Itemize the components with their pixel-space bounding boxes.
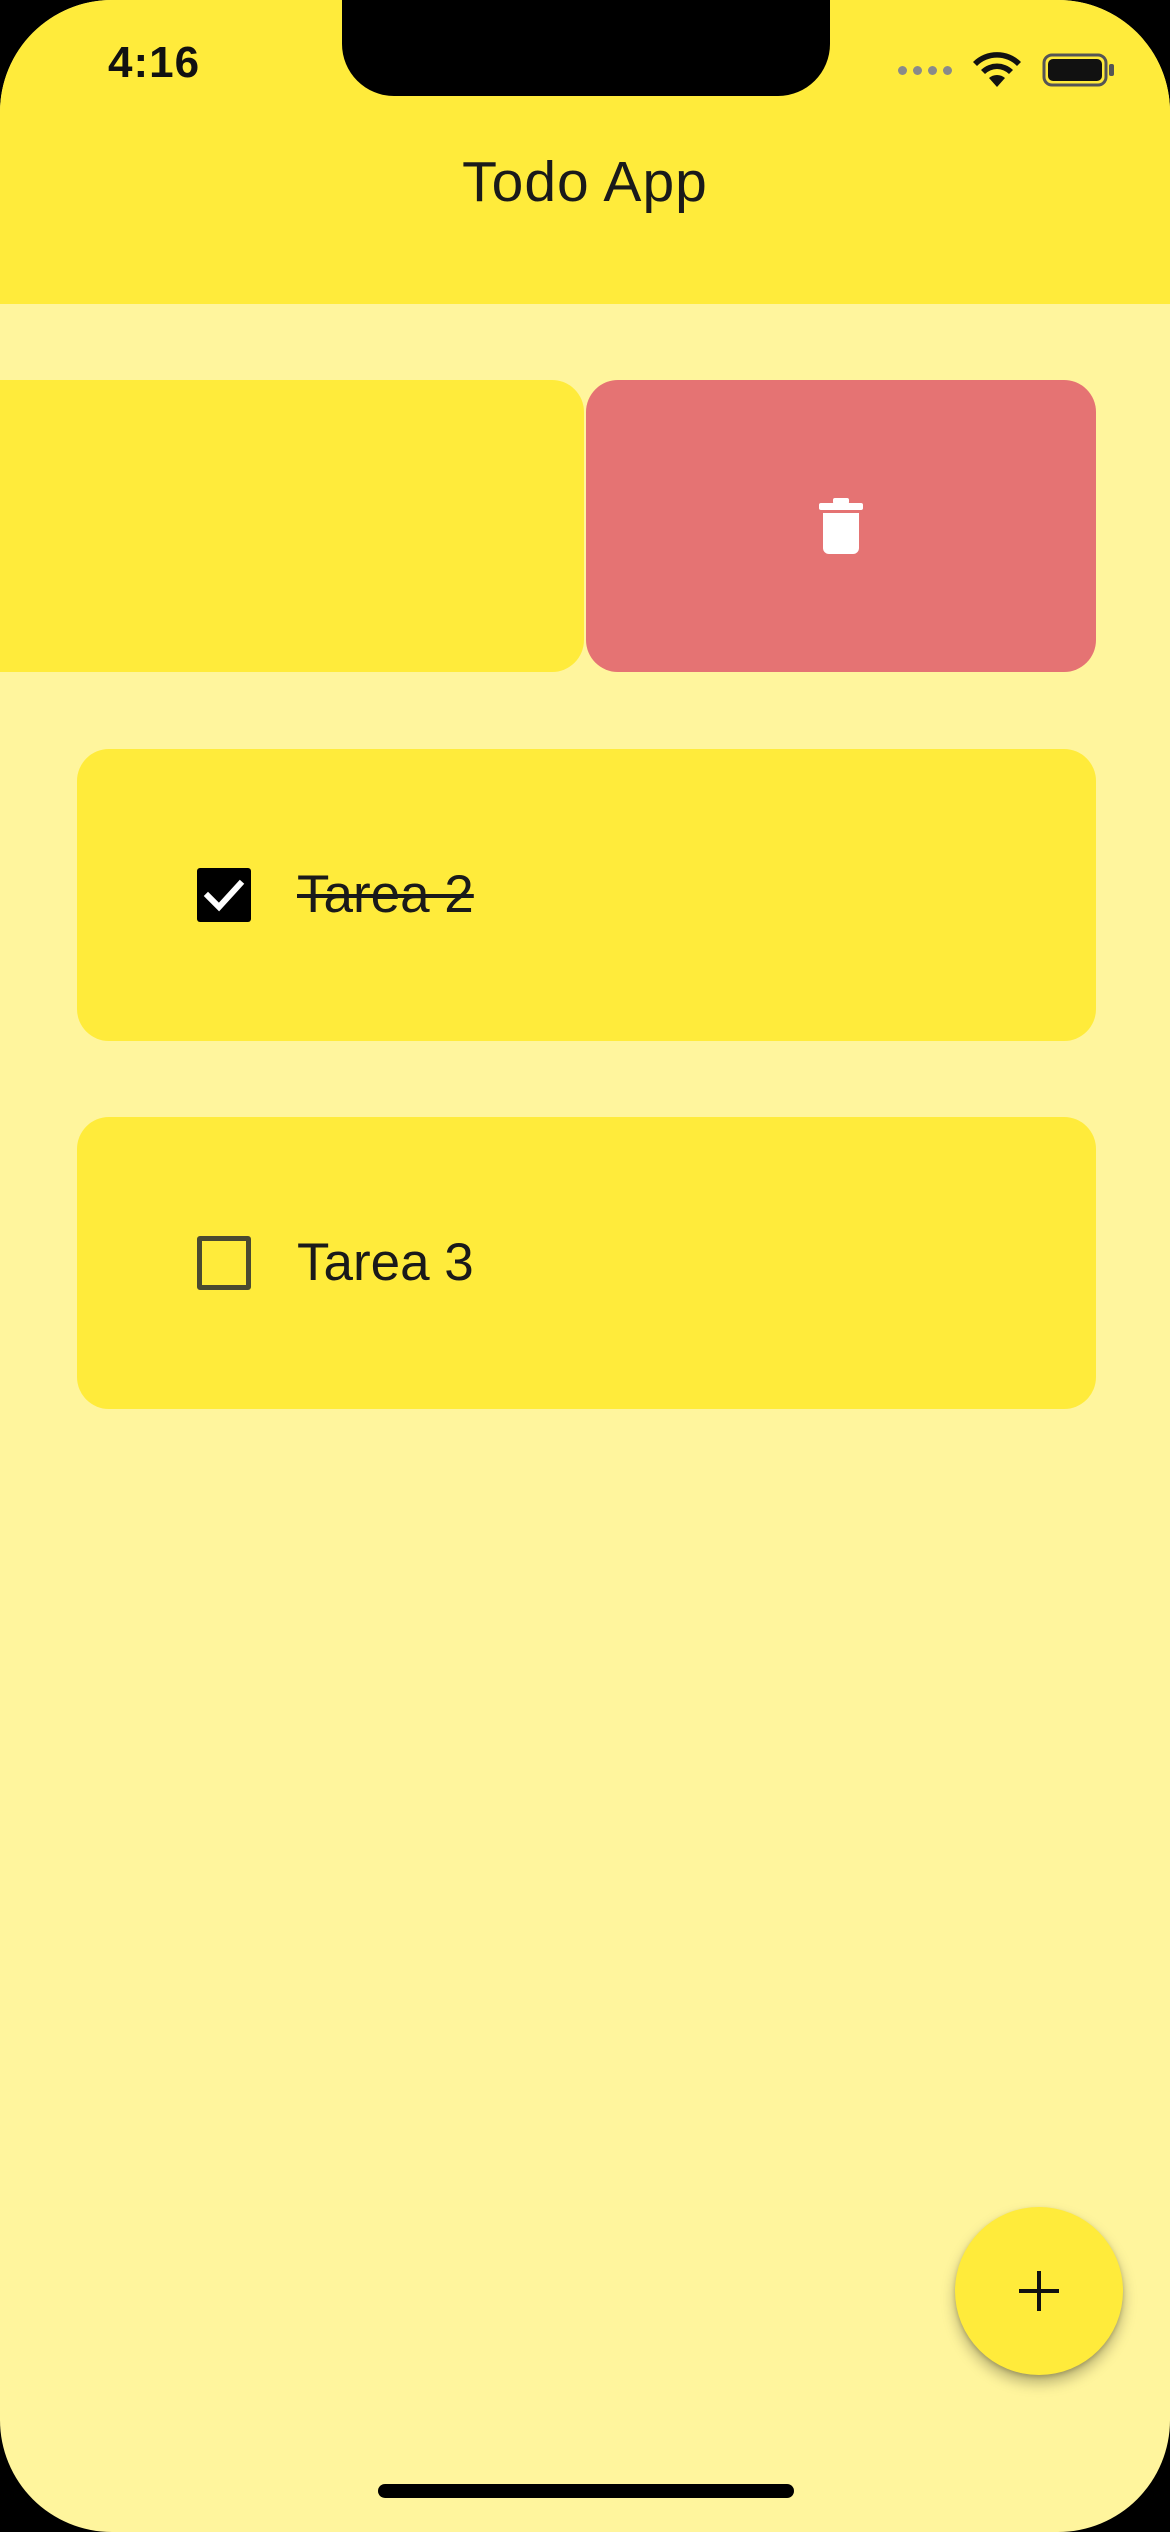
status-time: 4:16 — [108, 38, 201, 87]
todo-checkbox-checked[interactable] — [197, 868, 251, 922]
todo-checkbox-unchecked[interactable] — [197, 1236, 251, 1290]
page-title: Todo App — [462, 150, 708, 214]
status-icons — [898, 50, 1116, 90]
plus-icon — [1015, 2267, 1063, 2315]
device-frame: 4:16 Todo App Tarea 2 Tarea 3 — [0, 0, 1170, 2532]
todo-card[interactable]: Tarea 2 — [77, 749, 1096, 1041]
todo-card-swiped[interactable] — [0, 380, 584, 672]
app-screen: 4:16 Todo App Tarea 2 Tarea 3 — [0, 0, 1170, 2532]
todo-label: Tarea 2 — [297, 865, 474, 924]
battery-icon — [1042, 52, 1116, 88]
add-todo-button[interactable] — [955, 2207, 1123, 2375]
app-bar: 4:16 Todo App — [0, 0, 1170, 304]
trash-icon — [819, 498, 863, 554]
wifi-icon — [972, 51, 1022, 89]
delete-button[interactable] — [586, 380, 1096, 672]
swiped-list-item[interactable] — [0, 380, 1170, 672]
todo-label: Tarea 3 — [297, 1233, 474, 1292]
cellular-signal-icon — [898, 65, 952, 75]
todo-card[interactable]: Tarea 3 — [77, 1117, 1096, 1409]
device-notch — [342, 0, 830, 96]
checkmark-icon — [203, 879, 245, 912]
home-indicator[interactable] — [378, 2484, 794, 2498]
